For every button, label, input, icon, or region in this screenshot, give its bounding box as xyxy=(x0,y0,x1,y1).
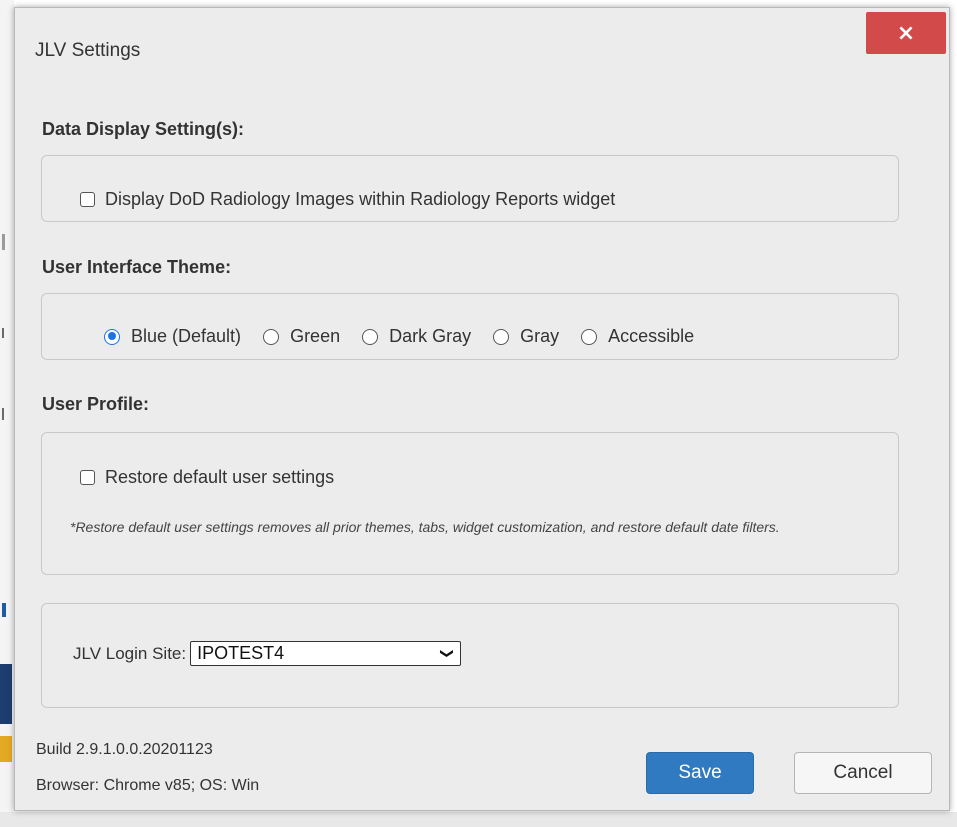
browser-info: Browser: Chrome v85; OS: Win xyxy=(36,777,260,794)
data-display-heading: Data Display Setting(s): xyxy=(42,119,245,139)
dialog-title: JLV Settings xyxy=(35,40,141,61)
theme-radio[interactable] xyxy=(263,328,280,345)
theme-option[interactable]: Blue (Default) xyxy=(104,326,241,347)
theme-option-label[interactable]: Dark Gray xyxy=(389,326,471,347)
theme-option[interactable]: Dark Gray xyxy=(362,326,471,347)
theme-option-label[interactable]: Green xyxy=(290,326,340,347)
theme-option[interactable]: Green xyxy=(263,326,340,347)
login-site-value: IPOTEST4 xyxy=(197,643,285,663)
theme-radio[interactable] xyxy=(104,328,120,345)
restore-defaults-checkbox[interactable] xyxy=(80,470,95,485)
data-display-group: Display DoD Radiology Images within Radi… xyxy=(41,155,899,222)
save-button[interactable]: Save xyxy=(646,752,754,794)
user-profile-group: Restore default user settings *Restore d… xyxy=(41,432,899,575)
login-site-group: JLV Login Site: IPOTEST4 ❯ xyxy=(41,603,899,708)
restore-defaults-note: *Restore default user settings removes a… xyxy=(70,519,780,535)
theme-option-label[interactable]: Gray xyxy=(520,326,559,347)
close-button[interactable]: × xyxy=(866,12,946,54)
chevron-down-icon: ❯ xyxy=(439,648,455,659)
theme-option[interactable]: Accessible xyxy=(581,326,694,347)
background-fragment xyxy=(2,328,4,338)
theme-option[interactable]: Gray xyxy=(493,326,559,347)
theme-radio[interactable] xyxy=(581,328,598,345)
theme-radio-group: Blue (Default) Green Dark Gray Gray Accessib… xyxy=(104,326,716,347)
settings-dialog: JLV Settings × Data Display Setting(s): … xyxy=(14,7,950,811)
theme-option-label[interactable]: Accessible xyxy=(608,326,694,347)
background-app xyxy=(0,0,14,827)
theme-group: Blue (Default) Green Dark Gray Gray Accessib… xyxy=(41,293,899,360)
radiology-images-label[interactable]: Display DoD Radiology Images within Radi… xyxy=(105,189,615,210)
background-fragment xyxy=(2,408,4,420)
theme-heading: User Interface Theme: xyxy=(42,257,232,277)
restore-defaults-label[interactable]: Restore default user settings xyxy=(105,467,334,488)
background-fragment xyxy=(2,603,6,617)
user-profile-heading: User Profile: xyxy=(42,394,150,414)
theme-radio[interactable] xyxy=(493,328,510,345)
theme-radio[interactable] xyxy=(362,328,379,345)
cancel-button[interactable]: Cancel xyxy=(794,752,932,794)
background-fragment xyxy=(0,664,12,724)
radiology-images-checkbox[interactable] xyxy=(80,192,95,207)
background-app-bottom xyxy=(0,812,957,827)
background-fragment xyxy=(2,234,5,250)
login-site-label: JLV Login Site: xyxy=(73,643,187,663)
login-site-select[interactable]: IPOTEST4 ❯ xyxy=(190,641,462,666)
close-icon: × xyxy=(896,20,916,46)
background-fragment xyxy=(0,736,12,762)
theme-option-label[interactable]: Blue (Default) xyxy=(131,326,241,347)
build-info: Build 2.9.1.0.0.20201123 xyxy=(36,741,213,758)
